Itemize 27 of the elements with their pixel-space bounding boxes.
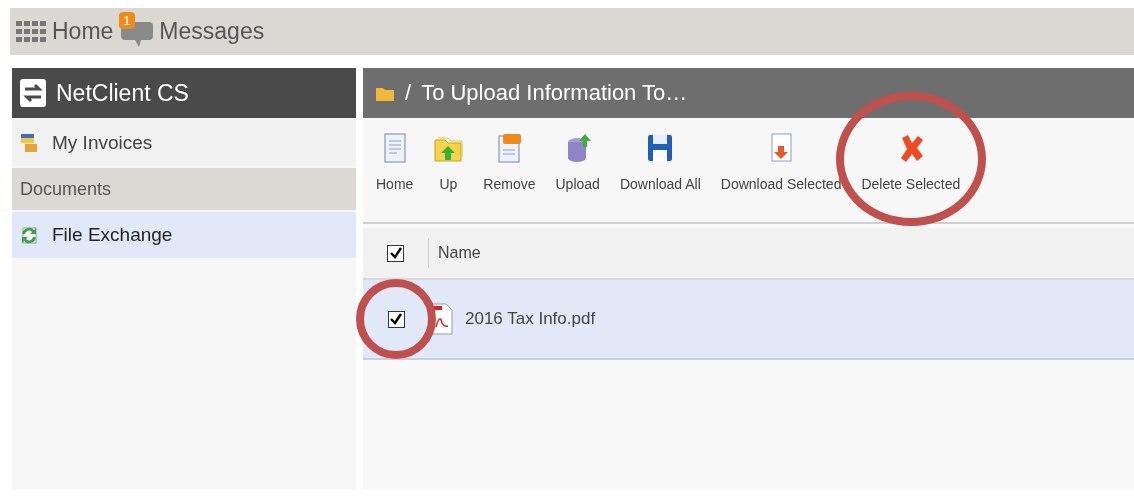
sidebar-section-header: Documents <box>12 168 356 210</box>
messages-link[interactable]: Messages <box>159 18 265 45</box>
download-all-button[interactable]: Download All <box>616 132 704 192</box>
exchange-icon <box>20 225 38 245</box>
folder-title: To Upload Information To… <box>421 80 688 106</box>
sidebar-item-label: File Exchange <box>52 224 173 246</box>
remove-button[interactable]: Remove <box>480 132 539 192</box>
home-link[interactable]: Home <box>52 18 114 45</box>
column-header: Name <box>437 244 481 262</box>
file-row[interactable]: 2016 Tax Info.pdf <box>363 280 1134 360</box>
invoice-icon <box>20 133 38 153</box>
up-button[interactable]: Up <box>430 132 467 192</box>
row-checkbox[interactable] <box>387 310 405 328</box>
grid-icon <box>16 20 46 43</box>
sidebar-item-label: My Invoices <box>52 132 153 154</box>
sidebar-item[interactable]: My Invoices <box>12 120 356 166</box>
home-button[interactable]: Home <box>373 132 417 192</box>
select-all-checkbox[interactable] <box>387 244 404 262</box>
delete-button[interactable]: Delete Selected <box>858 132 964 192</box>
app-title: NetClient CS <box>56 79 189 107</box>
upload-button[interactable]: Upload <box>552 132 603 192</box>
path-separator: / <box>405 80 412 106</box>
file-name: 2016 Tax Info.pdf <box>465 309 596 329</box>
message-count-badge: 1 <box>119 11 135 29</box>
sidebar-item[interactable]: File Exchange <box>12 212 356 258</box>
exchange-arrows-icon <box>20 79 46 107</box>
download-selected-button[interactable]: Download Selected <box>717 132 845 192</box>
